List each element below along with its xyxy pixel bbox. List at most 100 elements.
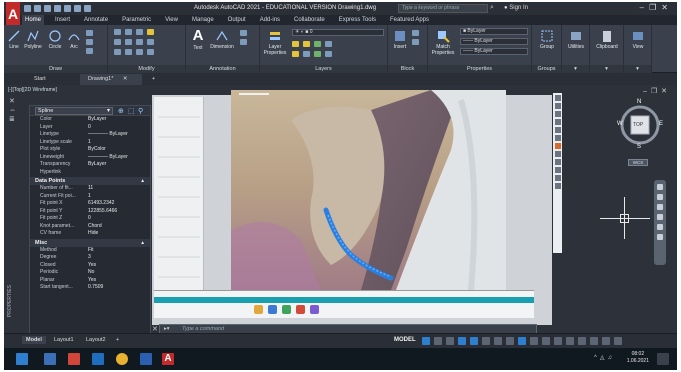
tab-express-tools[interactable]: Express Tools xyxy=(336,15,379,25)
property-value[interactable]: Fit xyxy=(88,247,94,255)
redo-icon[interactable] xyxy=(84,5,91,12)
circle-button[interactable]: Circle xyxy=(46,29,64,50)
task-view-icon[interactable] xyxy=(44,353,56,365)
network-icon[interactable]: ◬ xyxy=(600,355,608,361)
add-layout-button[interactable]: + xyxy=(112,336,123,344)
autocad-logo-icon[interactable]: A xyxy=(6,2,20,26)
annotation-panel-title[interactable]: Annotation xyxy=(186,65,259,73)
vtool-2-icon[interactable] xyxy=(554,103,561,109)
data-points-section[interactable]: Data Points ▴ xyxy=(30,177,150,185)
insert-button[interactable]: Insert xyxy=(391,29,409,50)
property-row[interactable]: Method Fit xyxy=(30,247,150,255)
property-row[interactable]: Current Fit poi... 1 xyxy=(30,193,150,201)
new-tab-button[interactable]: + xyxy=(144,74,163,85)
property-value[interactable]: ———— ByLayer xyxy=(88,131,128,139)
vtool-5-icon[interactable] xyxy=(554,127,561,133)
layer-dropdown[interactable]: ☀ ◐ ■ 0 xyxy=(292,29,384,36)
layer-current-icon[interactable] xyxy=(303,51,310,57)
clock[interactable]: 08:02 1.06.2021 xyxy=(627,351,649,365)
property-value[interactable]: 0 xyxy=(88,124,91,132)
trim-icon[interactable] xyxy=(136,29,143,35)
vtool-7-icon[interactable] xyxy=(554,143,561,149)
vtool-3-icon[interactable] xyxy=(554,111,561,117)
tab-home[interactable]: Home xyxy=(22,15,45,25)
tab-output[interactable]: Output xyxy=(225,15,249,25)
vtool-1-icon[interactable] xyxy=(554,95,561,101)
tab-start[interactable]: Start xyxy=(26,74,54,85)
lineweight-icon[interactable] xyxy=(494,337,502,345)
block-panel-title[interactable]: Block xyxy=(388,65,427,73)
property-value[interactable]: No xyxy=(88,269,94,277)
fillet-icon[interactable] xyxy=(136,39,143,45)
autocad-taskbar-icon[interactable]: A xyxy=(162,353,174,365)
property-value[interactable]: 3 xyxy=(88,254,91,262)
clipboard-button[interactable]: Clipboard xyxy=(592,29,622,50)
units-icon[interactable] xyxy=(554,337,562,345)
close-icon[interactable]: ✕ xyxy=(661,3,673,12)
move-icon[interactable] xyxy=(114,29,121,35)
property-value[interactable]: 0 xyxy=(88,215,91,223)
minimize-icon[interactable]: – xyxy=(640,3,649,12)
otrack-icon[interactable] xyxy=(482,337,490,345)
tab-drawing1[interactable]: Drawing1* ✕ xyxy=(80,74,142,85)
steering-wheel-icon[interactable] xyxy=(657,184,663,190)
leader-icon[interactable] xyxy=(240,30,247,36)
tab-layout1[interactable]: Layout1 xyxy=(50,336,78,344)
orbit-icon[interactable] xyxy=(657,214,663,220)
viewcube[interactable]: N S W E TOP xyxy=(616,99,664,151)
property-value[interactable]: Chord xyxy=(88,223,102,231)
arc-button[interactable]: Arc xyxy=(66,29,82,50)
table-icon[interactable] xyxy=(240,39,247,45)
rotate-icon[interactable] xyxy=(125,29,132,35)
tab-parametric[interactable]: Parametric xyxy=(119,15,154,25)
layer-properties-button[interactable]: Layer Properties xyxy=(262,29,288,56)
aerial-raster-image[interactable] xyxy=(231,90,506,290)
viewport-controls-label[interactable]: [-][Top][2D Wireframe] xyxy=(8,87,57,93)
property-row[interactable]: Lineweight ———— ByLayer xyxy=(30,154,150,162)
model-space-toggle[interactable]: MODEL xyxy=(394,337,416,343)
layer-lock-icon[interactable] xyxy=(303,41,310,47)
grid-icon[interactable] xyxy=(422,337,430,345)
property-row[interactable]: Plot style ByColor xyxy=(30,146,150,154)
chrome-icon[interactable] xyxy=(116,353,128,365)
erase-icon[interactable] xyxy=(147,29,154,35)
compass-west[interactable]: W xyxy=(617,121,623,127)
save-as-icon[interactable] xyxy=(54,5,61,12)
layer-match-icon[interactable] xyxy=(325,41,332,47)
zoom-icon[interactable] xyxy=(657,204,663,210)
workspace-icon[interactable] xyxy=(542,337,550,345)
property-row[interactable]: Start tangent... 0.7509 xyxy=(30,284,150,292)
layer-iso-icon[interactable] xyxy=(314,41,321,47)
clipboard-panel-title[interactable]: ▾ xyxy=(590,65,623,73)
nav-more-icon[interactable] xyxy=(657,234,663,240)
property-row[interactable]: Color ByLayer xyxy=(30,116,150,124)
linetype-dropdown[interactable]: —— ByLayer xyxy=(460,38,528,45)
property-value[interactable]: 1 xyxy=(88,139,91,147)
transparency-icon[interactable] xyxy=(506,337,514,345)
close-tab-icon[interactable]: ✕ xyxy=(123,76,128,82)
viewcube-top-face[interactable]: TOP xyxy=(633,122,643,128)
compass-east[interactable]: E xyxy=(659,121,663,127)
viewport-close-icon[interactable]: ✕ xyxy=(661,88,671,95)
stretch-icon[interactable] xyxy=(114,49,121,55)
acrobat-icon[interactable] xyxy=(68,353,80,365)
property-value[interactable]: 122855.6466 xyxy=(88,208,117,216)
layers-panel-title[interactable]: Layers xyxy=(260,65,387,73)
new-file-icon[interactable] xyxy=(24,5,31,12)
modify-panel-title[interactable]: Modify xyxy=(108,65,185,73)
property-row[interactable]: Planar Yes xyxy=(30,277,150,285)
polyline-button[interactable]: Polyline xyxy=(22,29,44,50)
word-icon[interactable] xyxy=(140,353,152,365)
view-panel-title[interactable]: ▾ xyxy=(624,65,651,73)
open-file-icon[interactable] xyxy=(34,5,41,12)
selection-cycling-icon[interactable] xyxy=(518,337,526,345)
vtool-4-icon[interactable] xyxy=(554,119,561,125)
misc-section[interactable]: Misc ▴ xyxy=(30,238,150,247)
start-icon[interactable] xyxy=(16,353,28,365)
property-value[interactable]: Yes xyxy=(88,262,96,270)
property-row[interactable]: Number of fit... 11 xyxy=(30,185,150,193)
property-value[interactable]: ———— ByLayer xyxy=(88,154,128,162)
array-icon[interactable] xyxy=(136,49,143,55)
quick-properties-icon[interactable] xyxy=(566,337,574,345)
color-dropdown[interactable]: ■ ByLayer xyxy=(460,28,528,35)
